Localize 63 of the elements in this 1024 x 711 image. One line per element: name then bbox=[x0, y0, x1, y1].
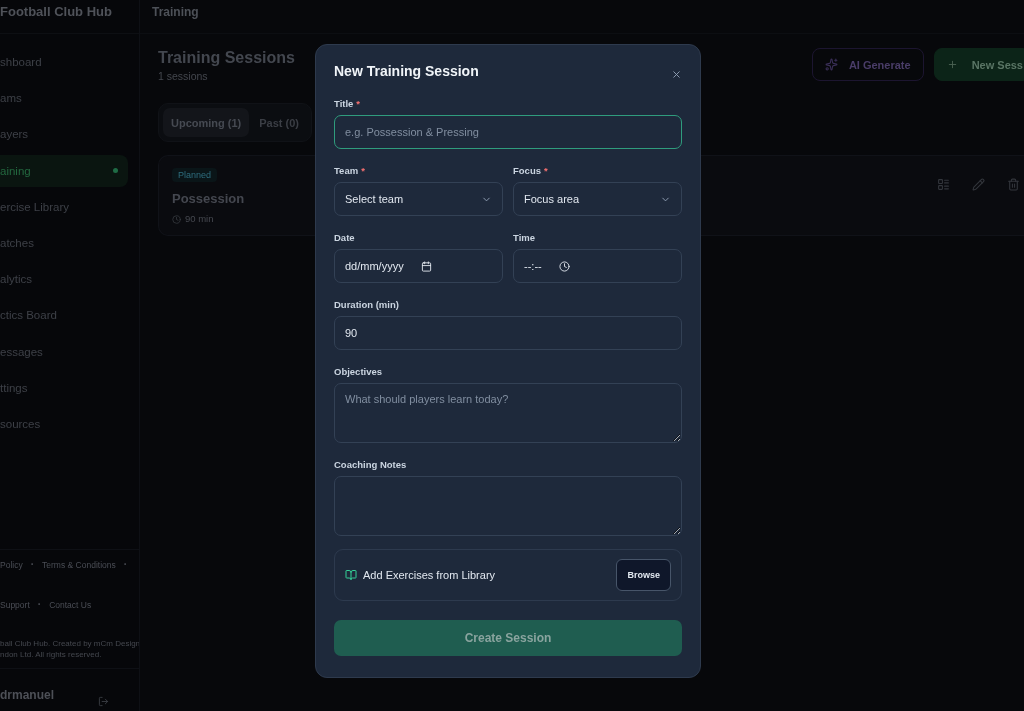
page-breadcrumb: Training bbox=[152, 5, 199, 19]
time-field[interactable]: --:-- bbox=[513, 249, 682, 283]
clock-icon bbox=[558, 260, 570, 272]
nav-item[interactable]: sources bbox=[0, 407, 128, 440]
separator: · bbox=[37, 598, 42, 612]
field-label: Title bbox=[334, 98, 354, 110]
clock-icon bbox=[172, 214, 181, 224]
trash-icon[interactable] bbox=[1007, 178, 1020, 191]
logout-icon[interactable] bbox=[98, 696, 109, 707]
textarea-field[interactable]: What should players learn today? bbox=[334, 383, 682, 443]
close-button[interactable] bbox=[671, 69, 682, 80]
footer-link[interactable]: Support bbox=[0, 598, 30, 612]
field-label: Objectives bbox=[334, 366, 383, 378]
status-badge: Planned bbox=[172, 168, 218, 182]
field-label: Duration (min) bbox=[334, 299, 399, 311]
session-count: 1 sessions bbox=[158, 69, 209, 83]
modal-title: New Training Session bbox=[334, 62, 479, 80]
dot-icon bbox=[113, 168, 118, 174]
required-mark: * bbox=[544, 165, 548, 177]
required-mark: * bbox=[356, 98, 361, 110]
textarea-field[interactable] bbox=[334, 476, 682, 536]
sparkle-icon bbox=[824, 58, 838, 71]
pencil-icon[interactable] bbox=[972, 178, 985, 191]
select-field[interactable]: Select team bbox=[334, 182, 503, 216]
ai-generate-button[interactable]: AI Generate bbox=[811, 48, 924, 81]
session-title: Possession bbox=[172, 191, 245, 206]
library-label: Add Exercises from Library bbox=[363, 568, 496, 582]
nav-item[interactable]: aining bbox=[0, 154, 128, 187]
new-session-button[interactable]: New Sess bbox=[933, 48, 1024, 81]
list-icon[interactable] bbox=[937, 178, 950, 191]
date-field[interactable]: dd/mm/yyyy bbox=[334, 249, 503, 283]
footer-link[interactable]: Contact Us bbox=[49, 598, 92, 612]
nav-item[interactable]: ttings bbox=[0, 371, 128, 404]
input-field[interactable]: e.g. Possession & Pressing bbox=[334, 115, 682, 149]
calendar-icon bbox=[420, 260, 432, 272]
nav-item[interactable]: ayers bbox=[0, 118, 128, 151]
nav-item[interactable]: shboard bbox=[0, 46, 128, 78]
field-label: Focus bbox=[513, 165, 541, 177]
separator: · bbox=[30, 558, 35, 572]
user-name: drmanuel bbox=[0, 688, 54, 702]
nav-item[interactable]: essages bbox=[0, 335, 128, 368]
browse-button[interactable]: Browse bbox=[616, 559, 671, 591]
nav-item[interactable]: atches bbox=[0, 226, 128, 259]
field-label: Time bbox=[513, 232, 535, 244]
nav-item[interactable]: ercise Library bbox=[0, 190, 128, 223]
footer-link[interactable]: Terms & Conditions bbox=[42, 558, 116, 572]
select-field[interactable]: Focus area bbox=[513, 182, 682, 216]
field-label: Coaching Notes bbox=[334, 459, 407, 471]
brand-name: Football Club Hub bbox=[0, 4, 112, 19]
plus-icon bbox=[946, 59, 958, 70]
nav-item[interactable]: ams bbox=[0, 82, 128, 115]
separator: · bbox=[123, 558, 128, 572]
nav-item[interactable]: alytics bbox=[0, 263, 128, 296]
field-label: Date bbox=[334, 232, 355, 244]
nav-item[interactable]: ctics Board bbox=[0, 299, 128, 332]
field-label: Team bbox=[334, 165, 359, 177]
close-icon bbox=[671, 69, 682, 80]
input-field[interactable]: 90 bbox=[334, 316, 682, 350]
required-mark: * bbox=[361, 165, 365, 177]
tab[interactable]: Upcoming (1) bbox=[163, 108, 250, 137]
page-title: Training Sessions bbox=[158, 48, 295, 68]
book-icon bbox=[345, 569, 357, 581]
footer-link[interactable]: Policy bbox=[0, 558, 23, 572]
